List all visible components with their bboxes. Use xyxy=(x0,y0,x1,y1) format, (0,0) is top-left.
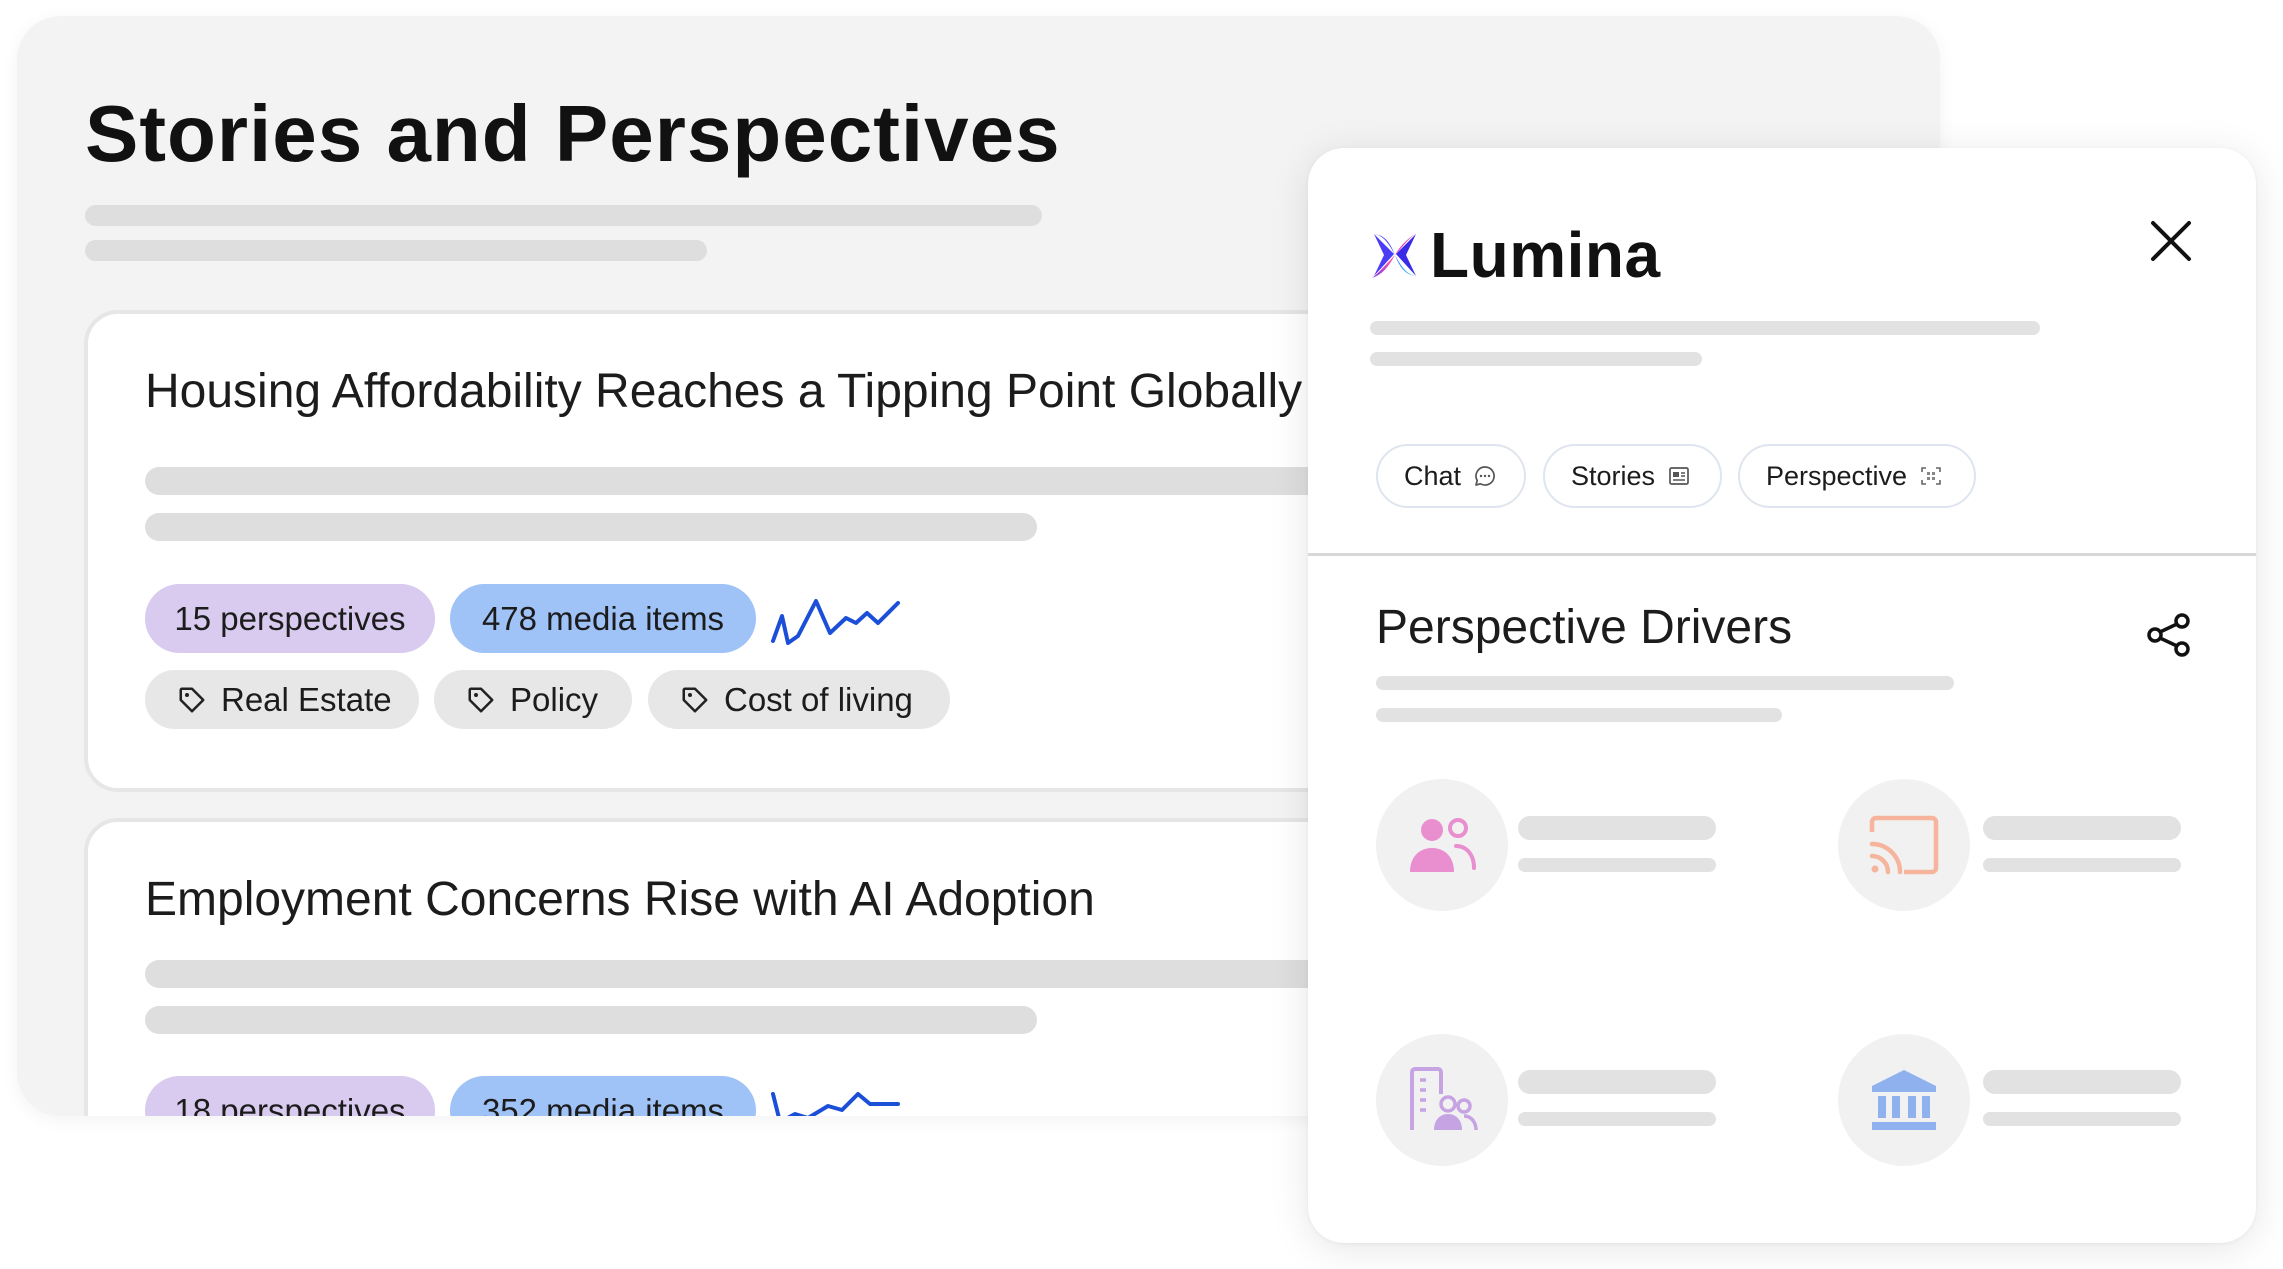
section-title: Perspective Drivers xyxy=(1376,601,1793,654)
perspectives-count-badge[interactable]: 15 perspectives xyxy=(145,584,435,653)
driver-label-placeholder xyxy=(1518,816,1716,840)
tag-label: Policy xyxy=(510,680,599,718)
driver-label-placeholder xyxy=(1518,1070,1716,1094)
story-title[interactable]: Housing Affordability Reaches a Tipping … xyxy=(145,364,1302,419)
chat-bubble-icon xyxy=(1475,466,1495,486)
driver-organization[interactable] xyxy=(1376,1034,1508,1166)
building-person-icon xyxy=(1410,1067,1478,1131)
newspaper-icon xyxy=(1669,467,1689,485)
tab-chat[interactable]: Chat xyxy=(1376,444,1526,508)
tag-icon xyxy=(468,687,494,712)
tab-stories[interactable]: Stories xyxy=(1543,444,1722,508)
story-summary-placeholder xyxy=(145,1006,1037,1034)
tag-chip[interactable]: Cost of living xyxy=(648,670,950,729)
story-title[interactable]: Employment Concerns Rise with AI Adoptio… xyxy=(145,872,1095,927)
driver-label-placeholder xyxy=(1983,858,2181,872)
perspectives-count-badge[interactable]: 18 perspectives xyxy=(145,1076,435,1116)
story-summary-placeholder xyxy=(145,513,1037,541)
driver-label-placeholder xyxy=(1518,858,1716,872)
driver-label-placeholder xyxy=(1983,816,2181,840)
tag-icon xyxy=(682,687,708,712)
title-placeholder-line xyxy=(85,205,1042,226)
media-items-count-badge[interactable]: 478 media items xyxy=(450,584,756,653)
tag-chip[interactable]: Real Estate xyxy=(145,670,419,729)
tag-chip[interactable]: Policy xyxy=(434,670,632,729)
tab-label: Chat xyxy=(1404,460,1462,491)
brand: Lumina xyxy=(1368,218,1661,292)
section-desc-placeholder xyxy=(1376,676,1954,690)
lumina-assistant-panel: Lumina Chat Stories Perspective Perspect… xyxy=(1308,148,2256,1243)
tab-label: Stories xyxy=(1571,460,1656,491)
tag-icon xyxy=(179,687,205,712)
panel-subtitle-placeholder xyxy=(1370,352,1702,366)
focus-frame-icon xyxy=(1921,467,1941,485)
lumina-logo-icon xyxy=(1372,232,1418,278)
page-title: Stories and Perspectives xyxy=(85,89,1061,178)
people-icon xyxy=(1410,818,1476,872)
title-placeholder-line xyxy=(85,240,707,261)
panel-divider xyxy=(1308,553,2256,556)
driver-people[interactable] xyxy=(1376,779,1508,911)
driver-institution[interactable] xyxy=(1838,1034,1970,1166)
driver-media[interactable] xyxy=(1838,779,1970,911)
close-icon[interactable] xyxy=(2143,213,2199,269)
driver-label-placeholder xyxy=(1983,1070,2181,1094)
driver-label-placeholder xyxy=(1518,1112,1716,1126)
media-items-count-badge[interactable]: 352 media items xyxy=(450,1076,756,1116)
tab-label: Perspective xyxy=(1766,460,1908,491)
tag-label: Cost of living xyxy=(724,680,913,718)
panel-subtitle-placeholder xyxy=(1370,321,2040,335)
tag-label: Real Estate xyxy=(221,680,392,718)
driver-label-placeholder xyxy=(1983,1112,2181,1126)
section-desc-placeholder xyxy=(1376,708,1782,722)
trend-sparkline xyxy=(771,599,900,645)
cast-icon xyxy=(1869,815,1939,875)
brand-name: Lumina xyxy=(1430,219,1661,291)
trend-sparkline xyxy=(771,1092,900,1116)
tab-perspective[interactable]: Perspective xyxy=(1738,444,1976,508)
institution-icon xyxy=(1872,1070,1936,1130)
share-icon[interactable] xyxy=(2144,610,2194,660)
